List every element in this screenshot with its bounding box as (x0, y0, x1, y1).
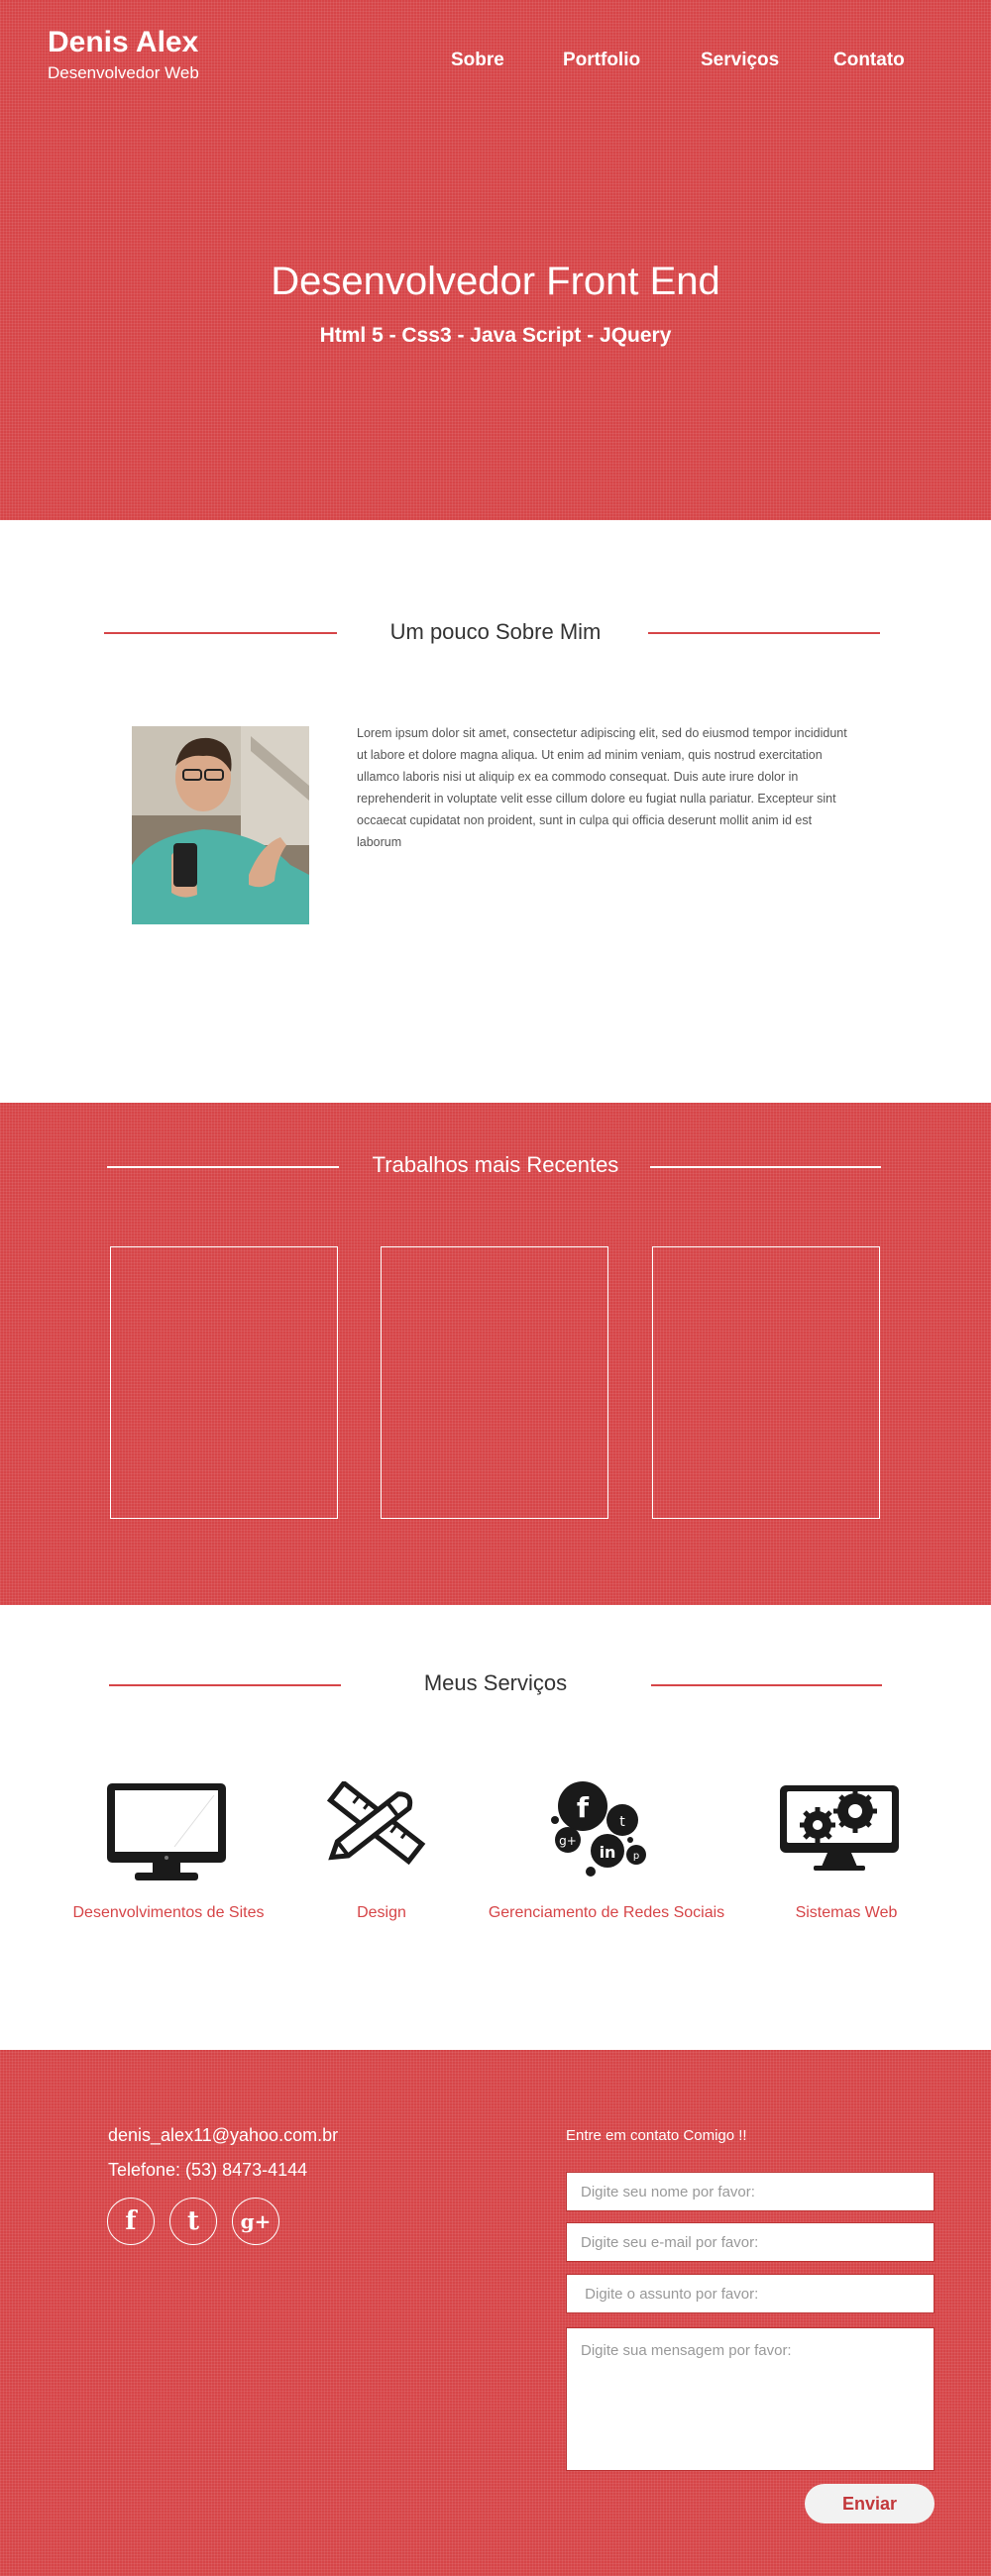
contact-phone: Telefone: (53) 8473-4144 (108, 2160, 308, 2180)
facebook-icon[interactable]: f (107, 2198, 155, 2245)
divider (648, 632, 880, 634)
portfolio-item[interactable] (652, 1246, 880, 1519)
portfolio-title: Trabalhos mais Recentes (372, 1152, 619, 1177)
monitor-gears-icon (778, 1783, 901, 1878)
email-field[interactable] (566, 2222, 935, 2262)
divider (650, 1166, 881, 1168)
pencil-ruler-icon (324, 1779, 427, 1870)
contact-email[interactable]: denis_alex11@yahoo.com.br (108, 2125, 338, 2146)
profile-photo (132, 726, 309, 924)
twitter-icon[interactable]: t (169, 2198, 217, 2245)
svg-text:g+: g+ (559, 1834, 577, 1848)
portfolio-item[interactable] (110, 1246, 338, 1519)
name-field[interactable] (566, 2172, 935, 2211)
divider (651, 1684, 882, 1686)
brand-name[interactable]: Denis Alex (48, 26, 198, 59)
hero-title: Desenvolvedor Front End (271, 260, 720, 303)
service-label-design: Design (357, 1904, 406, 1921)
service-label-social: Gerenciamento de Redes Sociais (488, 1904, 725, 1921)
portfolio-item[interactable] (381, 1246, 608, 1519)
svg-text:in: in (600, 1843, 616, 1862)
about-text: Lorem ipsum dolor sit amet, consectetur … (357, 726, 847, 849)
subject-field[interactable] (566, 2274, 935, 2313)
monitor-icon (105, 1781, 228, 1889)
nav-servicos[interactable]: Serviços (701, 50, 779, 71)
svg-text:f: f (577, 1791, 590, 1824)
svg-text:t: t (619, 1814, 625, 1830)
brand-subtitle: Desenvolvedor Web (48, 63, 199, 82)
hero-subtitle: Html 5 - Css3 - Java Script - JQuery (319, 324, 672, 347)
service-label-systems: Sistemas Web (795, 1904, 898, 1921)
contact-form-title: Entre em contato Comigo !! (566, 2127, 747, 2144)
message-field[interactable] (566, 2327, 935, 2471)
send-button[interactable]: Enviar (805, 2484, 935, 2523)
nav-contato[interactable]: Contato (833, 50, 905, 71)
social-bubbles-icon: f t g+ in p (543, 1778, 652, 1882)
service-label-sites: Desenvolvimentos de Sites (72, 1904, 265, 1921)
nav-portfolio[interactable]: Portfolio (563, 50, 640, 71)
google-plus-icon[interactable]: g+ (232, 2198, 279, 2245)
services-title: Meus Serviços (423, 1670, 568, 1695)
nav-sobre[interactable]: Sobre (451, 50, 504, 71)
svg-text:p: p (633, 1851, 639, 1862)
